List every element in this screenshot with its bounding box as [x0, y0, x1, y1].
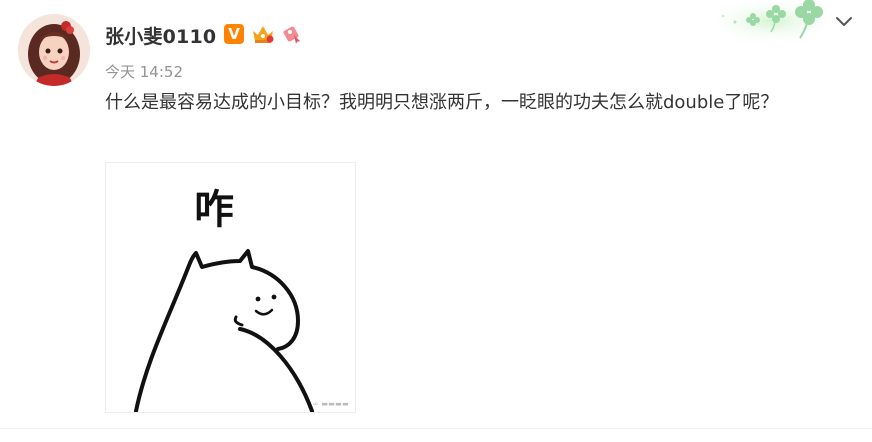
clover-decoration-icon	[715, 0, 830, 42]
divider	[0, 428, 872, 429]
meme-caption: 咋	[194, 187, 234, 233]
post-timestamp[interactable]: 今天 14:52	[105, 61, 183, 82]
avatar-illustration	[18, 14, 90, 86]
post-card: 张小斐0110 V 今天 14:52 什么是最容易达成的小目标？我明明只想涨两斤…	[0, 0, 872, 442]
crown-icon[interactable]	[251, 23, 275, 45]
vip-icon[interactable]: V	[222, 23, 246, 45]
username[interactable]: 张小斐0110	[105, 22, 216, 49]
post-text: 什么是最容易达成的小目标？我明明只想涨两斤，一眨眼的功夫怎么就double了呢？	[105, 92, 779, 113]
cat-meme-illustration: 咋	[134, 187, 314, 413]
image-watermark: ∞ ▬▬▬▬	[312, 400, 349, 408]
user-badges: V	[222, 23, 304, 45]
chevron-down-icon[interactable]	[832, 12, 856, 32]
avatar[interactable]	[18, 14, 90, 86]
post-image[interactable]: 咋 ∞ ▬▬▬▬	[105, 162, 356, 413]
ribbon-icon[interactable]	[280, 23, 304, 45]
